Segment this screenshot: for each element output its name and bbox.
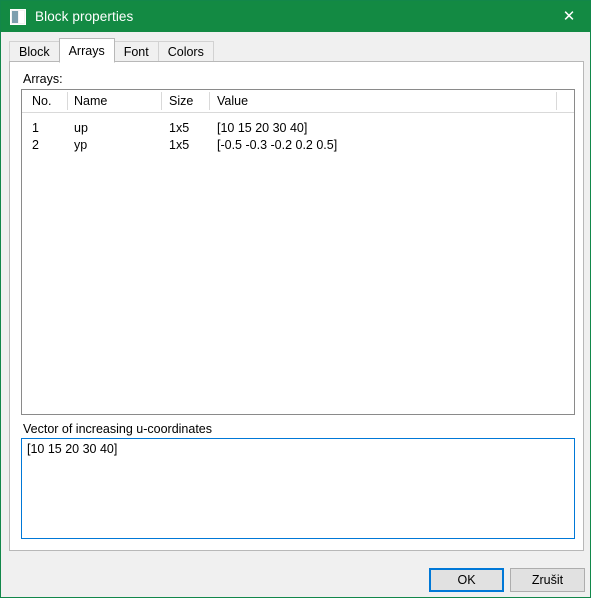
cancel-button[interactable]: Zrušit — [510, 568, 585, 592]
column-divider[interactable] — [161, 92, 162, 110]
close-icon[interactable]: ✕ — [546, 1, 590, 32]
arrays-list-label: Arrays: — [23, 72, 63, 86]
row-value: [10 15 20 30 40] — [217, 121, 308, 135]
window-properties-icon — [10, 8, 26, 25]
row-size: 1x5 — [169, 138, 190, 152]
column-header-size[interactable]: Size — [169, 90, 193, 112]
column-header-value[interactable]: Value — [217, 90, 248, 112]
row-no: 2 — [32, 138, 39, 152]
tab-colors[interactable]: Colors — [157, 41, 214, 62]
column-divider[interactable] — [67, 92, 68, 110]
column-header-no[interactable]: No. — [32, 90, 51, 112]
tab-arrays[interactable]: Arrays — [58, 38, 115, 63]
block-properties-dialog: Block properties ✕ Block Arrays Font Col… — [0, 0, 591, 598]
column-divider[interactable] — [556, 92, 557, 110]
row-size: 1x5 — [169, 121, 190, 135]
column-divider[interactable] — [209, 92, 210, 110]
row-no: 1 — [32, 121, 39, 135]
ok-button[interactable]: OK — [429, 568, 504, 592]
row-value: [-0.5 -0.3 -0.2 0.2 0.5] — [217, 138, 338, 152]
table-row[interactable]: 2 yp 1x5 [-0.5 -0.3 -0.2 0.2 0.5] — [22, 137, 574, 154]
table-row[interactable]: 1 up 1x5 [10 15 20 30 40] — [22, 120, 574, 137]
column-header-name[interactable]: Name — [74, 90, 107, 112]
row-name: yp — [74, 138, 88, 152]
arrays-list[interactable]: No. Name Size Value 1 up 1x5 [10 15 20 3… — [21, 89, 575, 415]
tab-strip: Block Arrays Font Colors — [1, 32, 590, 63]
tab-font[interactable]: Font — [113, 41, 159, 62]
title-bar: Block properties ✕ — [1, 1, 590, 32]
window-title: Block properties — [35, 9, 134, 24]
tab-block[interactable]: Block — [9, 41, 60, 62]
row-name: up — [74, 121, 88, 135]
arrays-list-header: No. Name Size Value — [22, 90, 574, 113]
vector-value-text: [10 15 20 30 40] — [27, 442, 118, 456]
vector-editor-label: Vector of increasing u-coordinates — [23, 422, 212, 436]
arrays-list-body: 1 up 1x5 [10 15 20 30 40] 2 yp 1x5 [-0.5… — [22, 120, 574, 154]
vector-value-input[interactable]: [10 15 20 30 40] — [21, 438, 575, 539]
